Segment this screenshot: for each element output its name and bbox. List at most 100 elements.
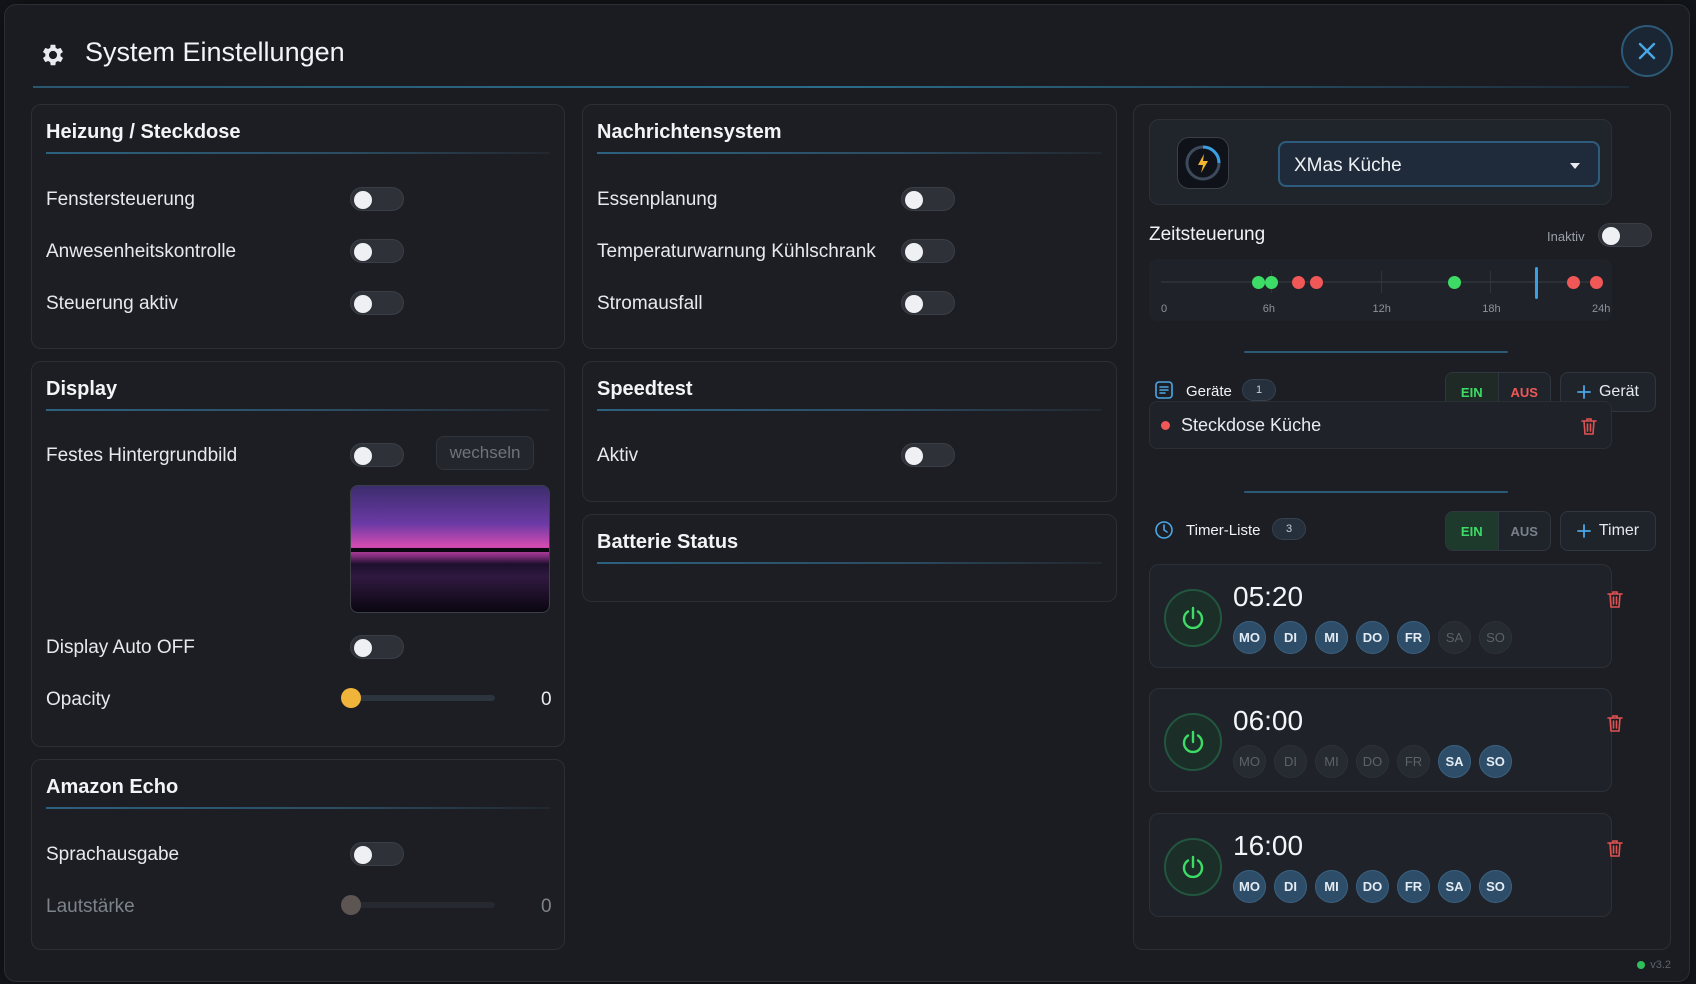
timer-time[interactable]: 16:00 xyxy=(1233,830,1303,862)
timeline-tick xyxy=(1380,271,1382,293)
timer-card[interactable]: 06:00 MO DI MI DO FR SA SO xyxy=(1149,688,1623,792)
timeline-event-dot[interactable] xyxy=(1566,276,1580,289)
weekday-selector: MO DI MI DO FR SA SO xyxy=(1233,870,1512,903)
timeline-label: 6h xyxy=(1262,303,1275,315)
stromausfall-toggle[interactable] xyxy=(901,291,955,315)
trash-icon[interactable] xyxy=(1606,838,1624,858)
lightning-clock-icon xyxy=(1185,145,1221,181)
weekday-di[interactable]: DI xyxy=(1274,745,1307,778)
weekday-mi[interactable]: MI xyxy=(1315,621,1348,654)
power-button[interactable] xyxy=(1164,838,1222,896)
opacity-slider-track[interactable] xyxy=(350,695,495,701)
weekday-mi[interactable]: MI xyxy=(1315,745,1348,778)
fenstersteuerung-toggle[interactable] xyxy=(350,187,404,211)
temperaturwarnung-toggle[interactable] xyxy=(901,239,955,263)
power-button[interactable] xyxy=(1164,589,1222,647)
weekday-fr[interactable]: FR xyxy=(1397,621,1430,654)
plus-icon xyxy=(1577,385,1591,399)
version-indicator: v3.2 xyxy=(1637,959,1671,971)
anwesenheitskontrolle-label: Anwesenheitskontrolle xyxy=(46,241,237,262)
timer-count-badge: 3 xyxy=(1272,518,1306,540)
weekday-selector: MO DI MI DO FR SA SO xyxy=(1233,621,1512,654)
trash-icon[interactable] xyxy=(1606,589,1624,609)
add-timer-button[interactable]: Timer xyxy=(1560,511,1656,551)
timeline: 0 6h 12h 18h 24h xyxy=(1149,259,1612,321)
steuerung-aktiv-toggle[interactable] xyxy=(350,291,404,315)
weekday-mi[interactable]: MI xyxy=(1315,870,1348,903)
card-title: Display xyxy=(46,378,118,400)
weekday-di[interactable]: DI xyxy=(1274,621,1307,654)
temperaturwarnung-label: Temperaturwarnung Kühlschrank xyxy=(597,241,876,262)
stromausfall-label: Stromausfall xyxy=(597,293,703,314)
device-select[interactable]: XMas Küche xyxy=(1278,141,1600,187)
timeline-now-marker xyxy=(1534,267,1538,299)
timeline-event-dot[interactable] xyxy=(1264,276,1278,289)
lautstaerke-slider-thumb[interactable] xyxy=(341,895,361,915)
timeline-label: 0 xyxy=(1161,303,1168,315)
card-divider xyxy=(46,409,550,411)
header-divider xyxy=(33,86,1629,88)
hintergrundbild-toggle[interactable] xyxy=(350,443,404,467)
trash-icon[interactable] xyxy=(1580,416,1598,436)
timer-time[interactable]: 05:20 xyxy=(1233,581,1303,613)
weekday-fr[interactable]: FR xyxy=(1397,870,1430,903)
card-zeitsteuerung: XMas Küche Zeitsteuerung Inaktiv 0 6h 12h 1… xyxy=(1133,104,1671,950)
hintergrundbild-label: Festes Hintergrundbild xyxy=(46,445,238,466)
weekday-sa[interactable]: SA xyxy=(1438,745,1471,778)
modal-header: System Einstellungen xyxy=(5,5,1689,85)
close-icon xyxy=(1638,42,1656,60)
power-button[interactable] xyxy=(1164,713,1222,771)
timeline-event-dot[interactable] xyxy=(1252,276,1266,289)
lautstaerke-slider-track[interactable] xyxy=(350,902,495,908)
speedtest-aktiv-label: Aktiv xyxy=(597,445,639,466)
weekday-do[interactable]: DO xyxy=(1356,621,1389,654)
essenplanung-toggle[interactable] xyxy=(901,187,955,211)
display-auto-off-toggle[interactable] xyxy=(350,635,404,659)
list-icon xyxy=(1155,381,1173,399)
weekday-sa[interactable]: SA xyxy=(1438,870,1471,903)
weekday-sa[interactable]: SA xyxy=(1438,621,1471,654)
timer-ein-button[interactable]: EIN xyxy=(1446,512,1498,550)
wechseln-button[interactable]: wechseln xyxy=(436,436,534,470)
close-button[interactable] xyxy=(1621,25,1673,77)
chevron-down-icon xyxy=(1570,163,1580,169)
device-selector-box: XMas Küche xyxy=(1149,119,1612,205)
sprachausgabe-label: Sprachausgabe xyxy=(46,844,180,865)
timer-card[interactable]: 16:00 MO DI MI DO FR SA SO xyxy=(1149,813,1623,917)
weekday-fr[interactable]: FR xyxy=(1397,745,1430,778)
device-name: Steckdose Küche xyxy=(1181,415,1322,435)
opacity-slider-thumb[interactable] xyxy=(341,688,361,708)
timeline-event-dot[interactable] xyxy=(1292,276,1306,289)
timeline-event-dot[interactable] xyxy=(1590,276,1604,289)
trash-icon[interactable] xyxy=(1606,713,1624,733)
timeline-event-dot[interactable] xyxy=(1447,276,1461,289)
card-divider xyxy=(46,152,550,154)
power-icon xyxy=(1182,606,1204,630)
gear-icon xyxy=(42,44,64,66)
geraete-count-badge: 1 xyxy=(1242,379,1276,401)
speedtest-aktiv-toggle[interactable] xyxy=(901,443,955,467)
device-list-item[interactable]: Steckdose Küche xyxy=(1149,401,1612,449)
card-divider xyxy=(597,562,1102,564)
weekday-di[interactable]: DI xyxy=(1274,870,1307,903)
weekday-do[interactable]: DO xyxy=(1356,745,1389,778)
timeline-tick xyxy=(1490,271,1492,293)
zeitsteuerung-toggle[interactable] xyxy=(1598,223,1652,247)
timeline-label: 18h xyxy=(1482,303,1501,315)
weekday-mo[interactable]: MO xyxy=(1233,870,1266,903)
card-speedtest: Speedtest Aktiv xyxy=(582,361,1117,502)
timeline-event-dot[interactable] xyxy=(1310,276,1324,289)
weekday-so[interactable]: SO xyxy=(1479,745,1512,778)
timer-card[interactable]: 05:20 MO DI MI DO FR SA SO xyxy=(1149,564,1623,668)
weekday-mo[interactable]: MO xyxy=(1233,621,1266,654)
weekday-do[interactable]: DO xyxy=(1356,870,1389,903)
sprachausgabe-toggle[interactable] xyxy=(350,842,404,866)
background-preview-image[interactable] xyxy=(350,485,550,613)
timer-time[interactable]: 06:00 xyxy=(1233,705,1303,737)
steuerung-aktiv-label: Steuerung aktiv xyxy=(46,293,179,314)
weekday-so[interactable]: SO xyxy=(1479,870,1512,903)
weekday-so[interactable]: SO xyxy=(1479,621,1512,654)
timer-aus-button[interactable]: AUS xyxy=(1497,512,1551,550)
anwesenheitskontrolle-toggle[interactable] xyxy=(350,239,404,263)
weekday-mo[interactable]: MO xyxy=(1233,745,1266,778)
